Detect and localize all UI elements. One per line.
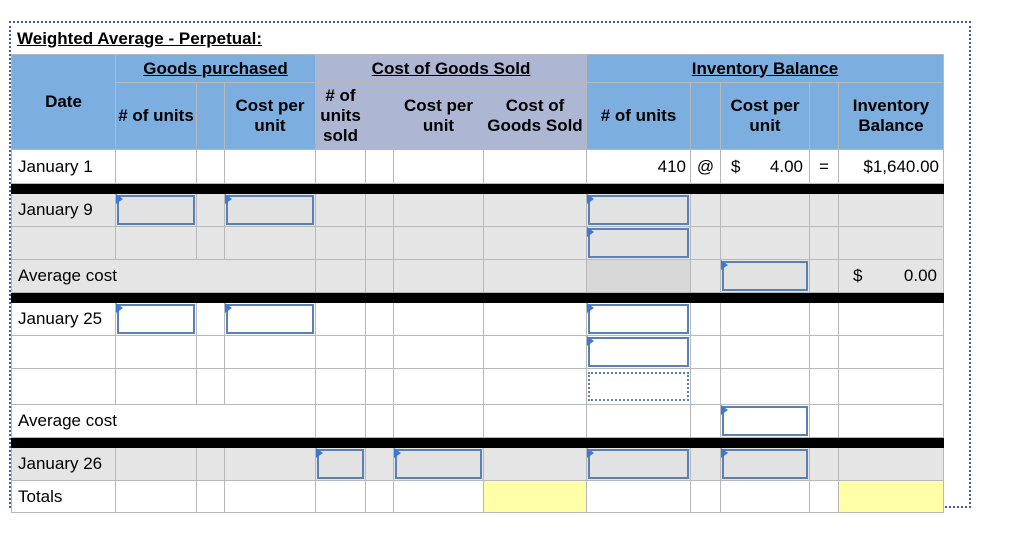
goods-purchased-header: Goods purchased xyxy=(115,54,316,83)
beginning-units: 410 xyxy=(586,149,691,184)
inventory-balance-header: Inventory Balance xyxy=(586,54,944,83)
row-label: January 1 xyxy=(11,149,116,184)
sold-total-header: Cost of Goods Sold xyxy=(483,82,587,150)
sold-units-header: # of units sold xyxy=(315,82,366,150)
table-row: January 9 xyxy=(11,193,944,227)
jan9-inventory-units-input-2[interactable] xyxy=(586,226,691,260)
beginning-balance: $1,640.00 xyxy=(838,149,944,184)
table-row xyxy=(11,226,944,260)
jan9-purchased-units-input[interactable] xyxy=(115,193,197,227)
worksheet-title: Weighted Average - Perpetual: xyxy=(17,29,262,48)
table-row xyxy=(11,368,944,405)
row-separator xyxy=(11,437,944,448)
cost-of-goods-sold-header: Cost of Goods Sold xyxy=(315,54,587,83)
inventory-total-header: Inventory Balance xyxy=(838,82,944,150)
jan9-inventory-units-input-1[interactable] xyxy=(586,193,691,227)
jan26-inventory-cost-input[interactable] xyxy=(720,447,810,481)
jan25-inventory-units-input-2[interactable] xyxy=(586,335,691,369)
jan25-purchased-units-input[interactable] xyxy=(115,302,197,336)
total-inventory-balance xyxy=(838,480,944,513)
table-row: Totals xyxy=(11,480,944,513)
jan25-inventory-units-placeholder xyxy=(586,368,691,405)
table-row: Average cost xyxy=(11,404,944,438)
inventory-cost-header: Cost per unit xyxy=(720,82,810,150)
table-row: January 1 410 @ $4.00 = $1,640.00 xyxy=(11,149,944,184)
equals-symbol: = xyxy=(809,149,839,184)
jan26-sold-units-input[interactable] xyxy=(315,447,366,481)
jan25-purchased-cost-input[interactable] xyxy=(224,302,316,336)
row-label: Average cost xyxy=(11,404,316,438)
row-label: Totals xyxy=(11,480,116,513)
total-cost-of-goods-sold xyxy=(483,480,587,513)
table-row: Average cost $0.00 xyxy=(11,259,944,293)
purchased-units-header: # of units xyxy=(115,82,197,150)
row-label: Average cost xyxy=(11,259,316,293)
row-separator xyxy=(11,183,944,194)
beginning-unit-cost: $4.00 xyxy=(720,149,810,184)
row-label: January 25 xyxy=(11,302,116,336)
jan26-inventory-units-input[interactable] xyxy=(586,447,691,481)
at-symbol: @ xyxy=(690,149,721,184)
date-header: Date xyxy=(11,54,116,150)
row-label: January 9 xyxy=(11,193,116,227)
table-row xyxy=(11,335,944,369)
jan25-average-cost-input[interactable] xyxy=(720,404,810,438)
row-separator xyxy=(11,292,944,303)
jan9-average-cost-input[interactable] xyxy=(720,259,810,293)
table-row: January 25 xyxy=(11,302,944,336)
jan9-inventory-balance: $0.00 xyxy=(838,259,944,293)
jan9-purchased-cost-input[interactable] xyxy=(224,193,316,227)
sold-cost-header: Cost per unit xyxy=(393,82,484,150)
jan25-inventory-units-input-1[interactable] xyxy=(586,302,691,336)
purchased-cost-header: Cost per unit xyxy=(224,82,316,150)
jan26-sold-cost-input[interactable] xyxy=(393,447,484,481)
jan25-inventory-balance xyxy=(838,404,944,438)
inventory-units-header: # of units xyxy=(586,82,691,150)
inventory-table: Date Goods purchased Cost of Goods Sold … xyxy=(11,54,944,513)
row-label: January 26 xyxy=(11,447,116,481)
table-row: January 26 xyxy=(11,447,944,481)
